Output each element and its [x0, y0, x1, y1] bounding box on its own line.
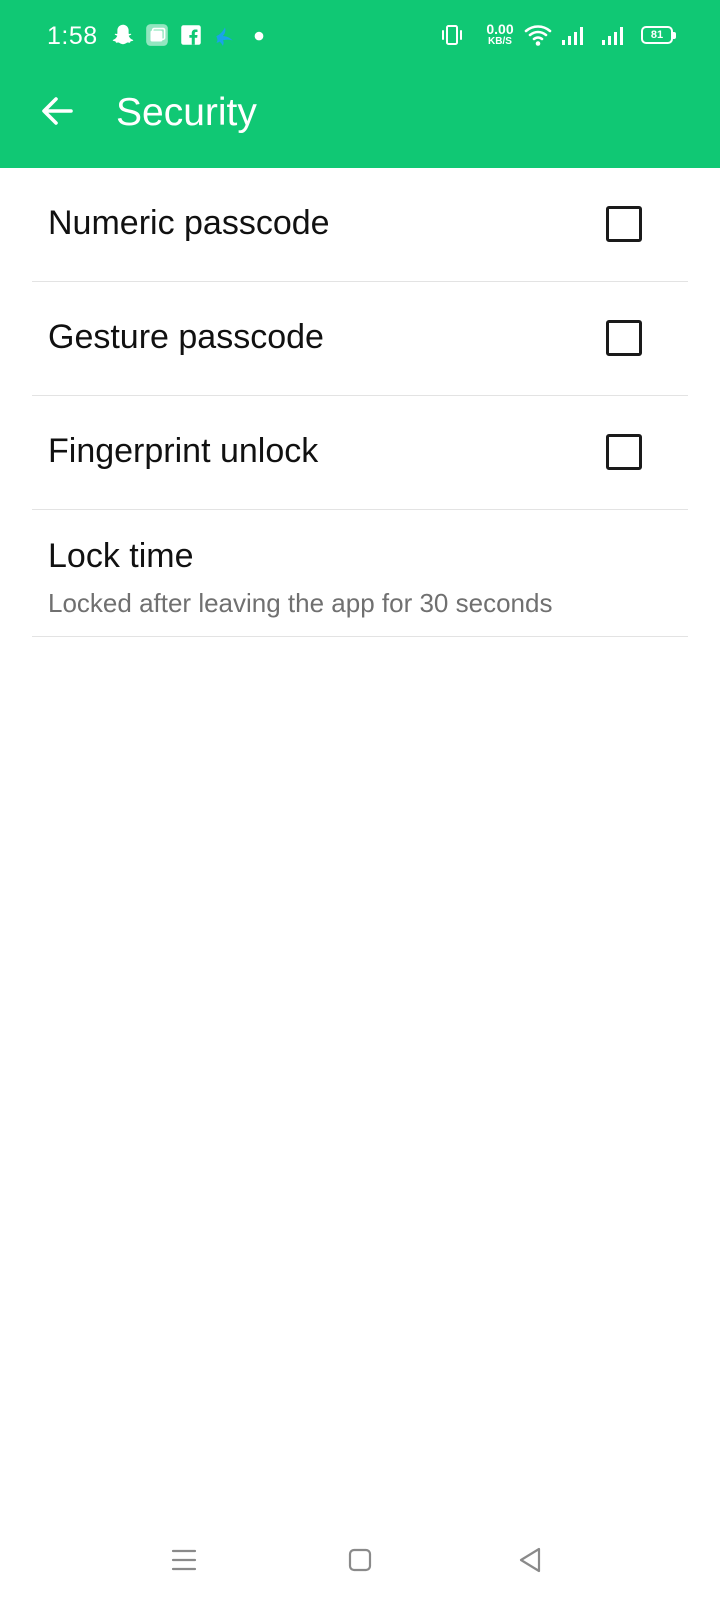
- signal-icon: [602, 27, 623, 45]
- app-bar: 1:58 0.00 KB/S 81 Security: [0, 0, 720, 168]
- net-speed-unit: KB/S: [488, 36, 512, 47]
- gesture-passcode-label: Gesture passcode: [48, 318, 324, 356]
- settings-list: Numeric passcode Gesture passcode Finger…: [32, 168, 688, 637]
- menu-icon: [171, 1549, 197, 1571]
- telenor-icon: [216, 27, 233, 46]
- fingerprint-unlock-row[interactable]: Fingerprint unlock: [32, 396, 688, 510]
- page-title: Security: [116, 91, 257, 134]
- signal-icon: [562, 27, 583, 45]
- gesture-passcode-row[interactable]: Gesture passcode: [32, 282, 688, 396]
- net-speed-value: 0.00: [486, 21, 514, 37]
- status-bar: 1:58 0.00 KB/S 81: [0, 0, 720, 72]
- battery-icon: 81: [641, 26, 676, 44]
- arrow-left-icon: [42, 97, 73, 125]
- wifi-icon: [524, 25, 552, 46]
- lock-time-row[interactable]: Lock time Locked after leaving the app f…: [32, 510, 688, 637]
- vibrate-icon: [442, 25, 462, 45]
- back-triangle-icon: [519, 1547, 541, 1573]
- home-icon: [348, 1548, 372, 1572]
- fingerprint-unlock-label: Fingerprint unlock: [48, 432, 319, 470]
- lock-time-label: Lock time: [48, 537, 194, 575]
- battery-level: 81: [650, 29, 664, 41]
- back-button[interactable]: [30, 84, 84, 138]
- dot-icon: [254, 31, 264, 41]
- numeric-passcode-row[interactable]: Numeric passcode: [32, 168, 688, 282]
- stacked-app-icon: [146, 24, 168, 46]
- numeric-passcode-checkbox[interactable]: [606, 206, 642, 242]
- gesture-passcode-checkbox[interactable]: [606, 320, 642, 356]
- navigation-bar: [0, 1520, 720, 1600]
- net-speed: 0.00 KB/S: [480, 22, 520, 47]
- nav-back-button[interactable]: [508, 1538, 552, 1582]
- snapchat-icon: [112, 24, 134, 45]
- status-time: 1:58: [47, 22, 98, 50]
- facebook-icon: [181, 25, 201, 45]
- lock-time-subtitle: Locked after leaving the app for 30 seco…: [48, 588, 553, 618]
- fingerprint-unlock-checkbox[interactable]: [606, 434, 642, 470]
- numeric-passcode-label: Numeric passcode: [48, 204, 330, 242]
- recent-apps-button[interactable]: [162, 1538, 206, 1582]
- home-button[interactable]: [338, 1538, 382, 1582]
